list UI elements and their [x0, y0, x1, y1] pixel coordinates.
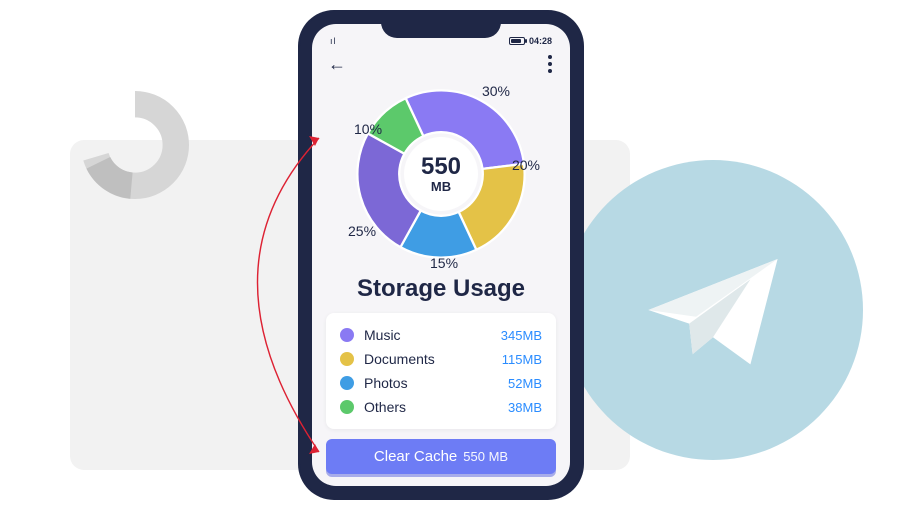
legend-row: Photos 52MB — [340, 371, 542, 395]
legend-dot-icon — [340, 400, 354, 414]
slice-label: 30% — [482, 83, 510, 99]
donut-center-unit: MB — [431, 179, 451, 194]
decorative-donut-icon — [75, 85, 195, 205]
legend-name: Photos — [364, 375, 508, 391]
legend-card: Music 345MB Documents 115MB Photos 52MB … — [326, 313, 556, 429]
slice-label: 20% — [512, 157, 540, 173]
status-time: 04:28 — [529, 36, 552, 46]
more-icon[interactable] — [546, 53, 554, 75]
button-sub: 550 MB — [463, 449, 508, 464]
storage-donut-chart: 550 MB 30% 20% 15% 25% 10% — [346, 79, 536, 269]
legend-row: Others 38MB — [340, 395, 542, 419]
clear-cache-button[interactable]: Clear Cache 550 MB — [326, 439, 556, 474]
legend-size: 52MB — [508, 376, 542, 391]
legend-name: Others — [364, 399, 508, 415]
legend-dot-icon — [340, 328, 354, 342]
signal-icon: ıl — [330, 36, 337, 46]
phone-frame: ıl 04:28 ← 550 MB 30% 20% 15% 25% 10% St… — [300, 12, 582, 498]
slice-label: 15% — [430, 255, 458, 271]
telegram-logo-icon — [563, 160, 863, 460]
button-label: Clear Cache — [374, 448, 457, 465]
top-bar: ← — [326, 49, 556, 77]
legend-row: Music 345MB — [340, 323, 542, 347]
legend-dot-icon — [340, 376, 354, 390]
slice-label: 10% — [354, 121, 382, 137]
page-title: Storage Usage — [326, 275, 556, 303]
legend-size: 115MB — [502, 352, 542, 367]
back-icon[interactable]: ← — [328, 54, 346, 75]
legend-name: Documents — [364, 351, 502, 367]
status-bar: ıl 04:28 — [326, 32, 556, 49]
legend-size: 345MB — [501, 328, 542, 343]
donut-center: 550 MB — [404, 137, 478, 211]
battery-icon — [509, 37, 525, 45]
legend-dot-icon — [340, 352, 354, 366]
legend-row: Documents 115MB — [340, 347, 542, 371]
phone-screen: ıl 04:28 ← 550 MB 30% 20% 15% 25% 10% St… — [312, 24, 570, 486]
donut-center-value: 550 — [421, 155, 461, 179]
slice-label: 25% — [348, 223, 376, 239]
legend-size: 38MB — [508, 400, 542, 415]
legend-name: Music — [364, 327, 501, 343]
